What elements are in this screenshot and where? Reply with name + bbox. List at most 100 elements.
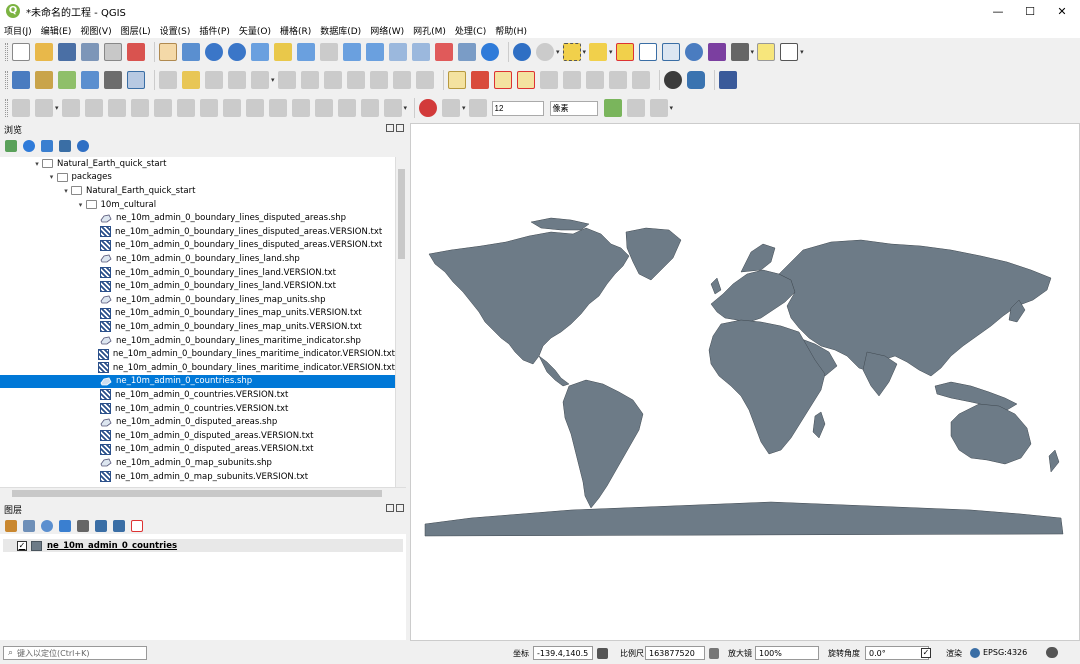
reshape-features-icon[interactable] — [222, 99, 241, 117]
tree-file-item[interactable]: ne_10m_admin_0_countries.VERSION.txt — [0, 402, 395, 416]
trim-extend-icon[interactable] — [383, 99, 402, 117]
map-tips-icon[interactable] — [757, 43, 776, 61]
tree-file-item[interactable]: ne_10m_admin_0_boundary_lines_map_units.… — [0, 320, 395, 334]
tree-file-item[interactable]: ne_10m_admin_0_boundary_lines_disputed_a… — [0, 211, 395, 225]
tree-file-item[interactable]: ne_10m_admin_0_boundary_lines_maritime_i… — [0, 334, 395, 348]
tree-file-item[interactable]: ne_10m_admin_0_map_subunits.shp — [0, 456, 395, 470]
filter-browser-icon[interactable] — [41, 140, 53, 152]
crs-button[interactable]: EPSG:4326 — [983, 648, 1027, 657]
map-canvas[interactable] — [410, 123, 1080, 641]
delete-selected-icon[interactable] — [300, 71, 319, 89]
tree-file-item[interactable]: ne_10m_admin_0_disputed_areas.shp — [0, 415, 395, 429]
menu-layer[interactable]: 图层(L) — [121, 24, 151, 37]
menu-view[interactable]: 视图(V) — [80, 24, 111, 37]
snapping-magnet-icon[interactable] — [419, 99, 438, 117]
pan-to-selection-icon[interactable] — [182, 43, 200, 61]
identify-icon[interactable] — [513, 43, 531, 61]
snap-units-select[interactable]: 像素 — [549, 100, 598, 116]
zoom-out-icon[interactable] — [228, 43, 246, 61]
expand-arrow-icon[interactable]: ▾ — [76, 201, 86, 209]
tree-file-item[interactable]: ne_10m_admin_0_boundary_lines_land.VERSI… — [0, 279, 395, 293]
layer-symbol-swatch[interactable] — [31, 540, 42, 551]
zoom-native-icon[interactable] — [320, 43, 338, 61]
layer-name[interactable]: ne_10m_admin_0_countries — [47, 541, 177, 551]
add-delimited-text-icon[interactable] — [81, 71, 99, 89]
measure-icon[interactable] — [730, 43, 749, 61]
add-selected-layers-icon[interactable] — [5, 140, 17, 152]
menu-web[interactable]: 网络(W) — [370, 24, 404, 37]
vertex-tool-icon[interactable] — [277, 71, 296, 89]
merge-attributes-icon[interactable] — [337, 99, 356, 117]
menu-processing[interactable]: 处理(C) — [455, 24, 486, 37]
split-features-icon[interactable] — [268, 99, 287, 117]
close-panel-icon[interactable] — [396, 124, 404, 132]
expand-all-icon[interactable] — [95, 520, 107, 532]
tree-file-item[interactable]: ne_10m_admin_0_boundary_lines_map_units.… — [0, 307, 395, 321]
save-as-icon[interactable] — [81, 43, 99, 61]
expand-arrow-icon[interactable]: ▾ — [61, 187, 71, 195]
save-project-icon[interactable] — [58, 43, 76, 61]
manage-map-themes-icon[interactable] — [41, 520, 53, 532]
browser-horizontal-scrollbar[interactable] — [0, 487, 406, 498]
menu-vector[interactable]: 矢量(O) — [239, 24, 271, 37]
zoom-in-icon[interactable] — [205, 43, 223, 61]
python-console-icon[interactable] — [686, 71, 705, 89]
zoom-selection-icon[interactable] — [274, 43, 292, 61]
label-move-icon[interactable] — [539, 71, 558, 89]
offset-curve-icon[interactable] — [245, 99, 264, 117]
tree-file-item[interactable]: ne_10m_admin_0_countries.shp — [0, 374, 395, 389]
actions-icon[interactable] — [536, 43, 554, 61]
split-parts-icon[interactable] — [291, 99, 310, 117]
show-bookmarks-icon[interactable] — [458, 43, 476, 61]
new-gpkg-layer-icon[interactable] — [35, 71, 53, 89]
expand-arrow-icon[interactable]: ▾ — [32, 160, 42, 168]
properties-info-icon[interactable] — [77, 140, 89, 152]
menu-edit[interactable]: 编辑(E) — [41, 24, 72, 37]
diagram-move-icon[interactable] — [631, 71, 650, 89]
redo-icon[interactable] — [415, 71, 434, 89]
remove-layer-icon[interactable] — [131, 520, 143, 532]
filter-expression-icon[interactable] — [77, 520, 89, 532]
tree-file-item[interactable]: ne_10m_admin_0_countries.VERSION.txt — [0, 388, 395, 402]
rotation-field[interactable]: 0.0° — [865, 646, 929, 660]
tree-file-item[interactable]: ne_10m_admin_0_disputed_areas.VERSION.tx… — [0, 443, 395, 457]
statistics-sigma-icon[interactable] — [707, 43, 726, 61]
paste-features-icon[interactable] — [369, 71, 388, 89]
tree-file-item[interactable]: ne_10m_admin_0_boundary_lines_land.shp — [0, 252, 395, 266]
merge-features-icon[interactable] — [314, 99, 333, 117]
menu-database[interactable]: 数据库(D) — [320, 24, 361, 37]
topological-editing-icon[interactable] — [603, 99, 622, 117]
rotate-symbols-icon[interactable] — [360, 99, 379, 117]
move-feature-icon[interactable] — [35, 99, 53, 117]
tree-folder-item[interactable]: ▾ Natural_Earth_quick_start — [0, 184, 395, 198]
expand-arrow-icon[interactable]: ▾ — [47, 173, 57, 181]
current-edits-icon[interactable] — [159, 71, 177, 89]
snapping-type-icon[interactable] — [468, 99, 487, 117]
cut-features-icon[interactable] — [323, 71, 342, 89]
label-tool-icon[interactable] — [447, 71, 466, 89]
layer-styling-icon[interactable] — [5, 520, 17, 532]
open-project-icon[interactable] — [35, 43, 53, 61]
add-group-icon[interactable] — [23, 520, 35, 532]
processing-toolbox-icon[interactable] — [684, 43, 703, 61]
advanced-digitizing-icon[interactable] — [12, 99, 30, 117]
help-icon[interactable] — [718, 71, 737, 89]
add-ring-icon[interactable] — [107, 99, 126, 117]
tree-file-item[interactable]: ne_10m_admin_0_map_subunits.VERSION.txt — [0, 470, 395, 484]
collapse-layers-icon[interactable] — [113, 520, 125, 532]
data-source-manager-icon[interactable] — [12, 71, 30, 89]
render-checkbox[interactable]: ✓ — [921, 648, 931, 658]
browser-vertical-scrollbar[interactable] — [395, 157, 406, 487]
crs-globe-icon[interactable] — [970, 648, 980, 658]
zoom-full-icon[interactable] — [251, 43, 269, 61]
label-show-hide-icon[interactable] — [608, 71, 627, 89]
pan-hand-icon[interactable] — [159, 43, 177, 61]
snapping-intersection-icon[interactable] — [626, 99, 645, 117]
zoom-layer-icon[interactable] — [297, 43, 315, 61]
new-project-icon[interactable] — [12, 43, 30, 61]
menu-raster[interactable]: 栅格(R) — [280, 24, 311, 37]
text-annotation-icon[interactable] — [780, 43, 799, 61]
coordinate-field[interactable]: -139.4,140.5 — [533, 646, 593, 660]
tracing-icon[interactable] — [649, 99, 668, 117]
rotate-feature-icon[interactable] — [61, 99, 80, 117]
